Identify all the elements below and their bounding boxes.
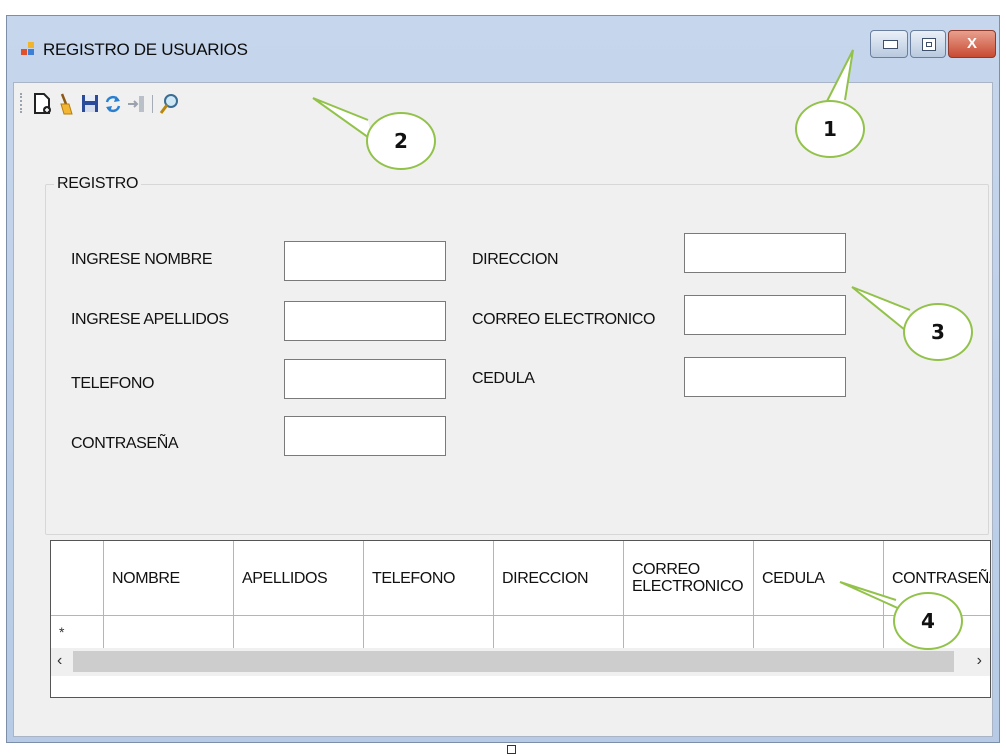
scroll-left-icon[interactable]: ‹ <box>57 652 62 670</box>
toolbar <box>18 89 318 119</box>
label-cedula: CEDULA <box>472 370 535 387</box>
close-icon: X <box>966 35 977 52</box>
direccion-input[interactable] <box>684 233 846 273</box>
groupbox-title: REGISTRO <box>57 175 139 192</box>
cedula-input[interactable] <box>684 357 846 397</box>
save-disk-icon[interactable] <box>79 92 101 116</box>
row-header-corner <box>51 541 104 615</box>
registro-groupbox: REGISTRO <box>45 175 989 535</box>
search-magnifier-icon[interactable] <box>158 92 180 116</box>
cell-direccion[interactable] <box>494 616 624 648</box>
window-bottom-handle[interactable] <box>507 745 516 754</box>
cell-telefono[interactable] <box>364 616 494 648</box>
column-header-telefono[interactable]: TELEFONO <box>364 541 494 615</box>
grid-header-row: NOMBRE APELLIDOS TELEFONO DIRECCION CORR… <box>51 541 990 616</box>
column-header-nombre[interactable]: NOMBRE <box>104 541 234 615</box>
callout-1: 1 <box>795 100 865 158</box>
app-icon <box>21 42 35 56</box>
toolbar-separator <box>152 95 153 113</box>
new-row-marker: * <box>59 624 65 640</box>
label-direccion: DIRECCION <box>472 251 559 268</box>
correo-input[interactable] <box>684 295 846 335</box>
exit-door-icon[interactable] <box>125 92 147 116</box>
column-header-cedula[interactable]: CEDULA <box>754 541 884 615</box>
minimize-icon <box>883 40 898 49</box>
window-title: REGISTRO DE USUARIOS <box>43 40 248 59</box>
title-bar[interactable]: REGISTRO DE USUARIOS X <box>7 16 999 84</box>
refresh-arrows-icon[interactable] <box>102 92 124 116</box>
label-correo-electronico: CORREO ELECTRONICO <box>472 311 656 328</box>
column-header-direccion[interactable]: DIRECCION <box>494 541 624 615</box>
toolbar-grip[interactable] <box>20 93 24 113</box>
telefono-input[interactable] <box>284 359 446 399</box>
label-contrasena: CONTRASEÑA <box>71 435 179 452</box>
label-ingrese-nombre: INGRESE NOMBRE <box>71 251 213 268</box>
contrasena-input[interactable] <box>284 416 446 456</box>
row-header-cell: * <box>51 616 104 648</box>
label-ingrese-apellidos: INGRESE APELLIDOS <box>71 311 229 328</box>
close-button[interactable]: X <box>948 30 996 58</box>
clean-broom-icon[interactable] <box>56 92 78 116</box>
cell-correo[interactable] <box>624 616 754 648</box>
cell-cedula[interactable] <box>754 616 884 648</box>
usuarios-datagrid[interactable]: NOMBRE APELLIDOS TELEFONO DIRECCION CORR… <box>50 540 991 698</box>
column-header-apellidos[interactable]: APELLIDOS <box>234 541 364 615</box>
callout-4: 4 <box>893 592 963 650</box>
label-telefono: TELEFONO <box>71 375 155 392</box>
scrollbar-thumb[interactable] <box>73 651 954 672</box>
column-header-correo[interactable]: CORREO ELECTRONICO <box>624 541 754 615</box>
callout-3: 3 <box>903 303 973 361</box>
new-document-icon[interactable] <box>32 92 54 116</box>
maximize-icon <box>922 38 936 51</box>
new-row[interactable]: * <box>51 616 990 649</box>
form-client-area: REGISTRO INGRESE NOMBRE INGRESE APELLIDO… <box>13 82 993 737</box>
minimize-button[interactable] <box>870 30 908 58</box>
apellidos-input[interactable] <box>284 301 446 341</box>
nombre-input[interactable] <box>284 241 446 281</box>
cell-nombre[interactable] <box>104 616 234 648</box>
maximize-button[interactable] <box>910 30 946 58</box>
cell-apellidos[interactable] <box>234 616 364 648</box>
callout-2: 2 <box>366 112 436 170</box>
horizontal-scrollbar[interactable]: ‹ › <box>51 648 990 676</box>
scroll-right-icon[interactable]: › <box>977 652 982 670</box>
